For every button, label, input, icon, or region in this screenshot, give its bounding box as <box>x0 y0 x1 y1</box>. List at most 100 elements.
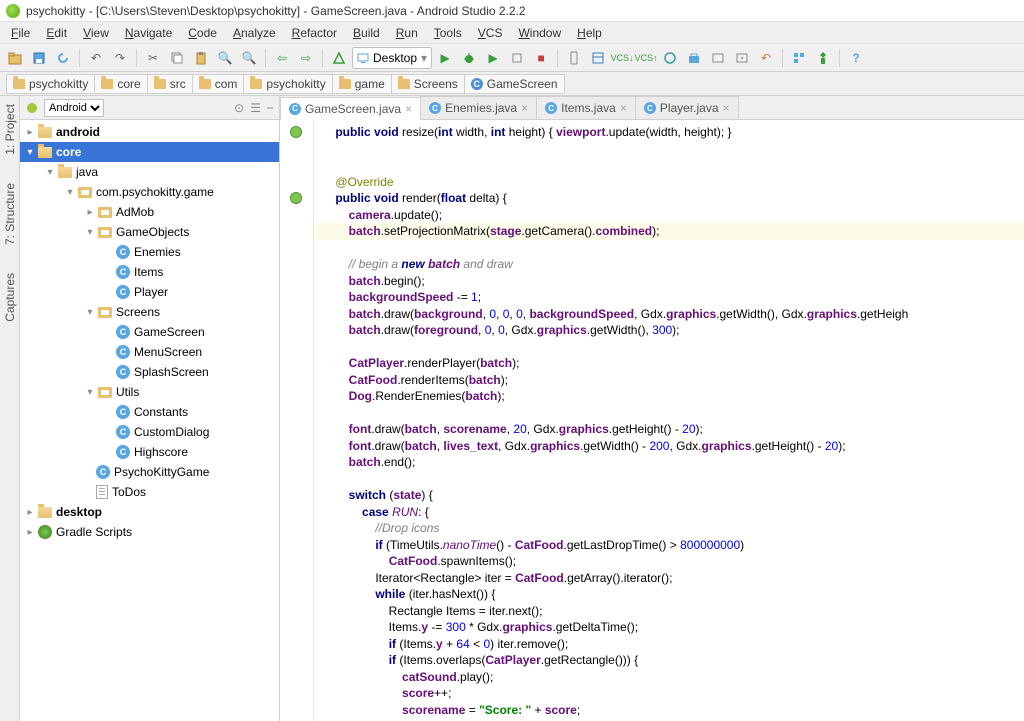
crumb-com[interactable]: com <box>193 74 245 94</box>
sync-icon[interactable] <box>52 47 74 69</box>
crumb-psychokitty[interactable]: psychokitty <box>6 74 95 94</box>
tree-todos[interactable]: ToDos <box>20 482 279 502</box>
menu-vcs[interactable]: VCS <box>471 24 510 42</box>
copy-icon[interactable] <box>166 47 188 69</box>
collapse-icon[interactable]: ⊙ <box>234 101 244 115</box>
close-icon[interactable]: × <box>620 101 627 115</box>
menu-file[interactable]: File <box>4 24 37 42</box>
menu-edit[interactable]: Edit <box>39 24 74 42</box>
tree-gradle[interactable]: ▸Gradle Scripts <box>20 522 279 542</box>
desktop-icon <box>357 52 369 64</box>
save-icon[interactable] <box>28 47 50 69</box>
sdk-icon[interactable] <box>812 47 834 69</box>
back-icon[interactable]: ⇦ <box>271 47 293 69</box>
app-logo-icon <box>6 4 20 18</box>
tree-constants[interactable]: CConstants <box>20 402 279 422</box>
menu-view[interactable]: View <box>76 24 116 42</box>
close-icon[interactable]: × <box>521 101 528 115</box>
crumb-game[interactable]: game <box>333 74 392 94</box>
undo-icon[interactable]: ↶ <box>85 47 107 69</box>
menu-help[interactable]: Help <box>570 24 609 42</box>
menu-code[interactable]: Code <box>181 24 224 42</box>
tab-enemies[interactable]: CEnemies.java× <box>420 96 537 119</box>
override-gutter-icon[interactable] <box>290 192 302 204</box>
cut-icon[interactable]: ✂ <box>142 47 164 69</box>
tab-items[interactable]: CItems.java× <box>536 96 636 119</box>
forward-icon[interactable]: ⇨ <box>295 47 317 69</box>
tab-player[interactable]: CPlayer.java× <box>635 96 739 119</box>
tree-screens[interactable]: ▾Screens <box>20 302 279 322</box>
android-icon <box>26 102 38 114</box>
tree-psychokittygame[interactable]: CPsychoKittyGame <box>20 462 279 482</box>
tool-structure-tab[interactable]: 7: Structure <box>1 179 19 249</box>
run-coverage-icon[interactable]: ▶ <box>482 47 504 69</box>
vcs-update-icon[interactable]: VCS↓ <box>611 47 633 69</box>
crumb-screens[interactable]: Screens <box>392 74 465 94</box>
crumb-gamescreen[interactable]: CGameScreen <box>465 74 565 94</box>
tree-gamescreen[interactable]: CGameScreen <box>20 322 279 342</box>
tree-splashscreen[interactable]: CSplashScreen <box>20 362 279 382</box>
debug-icon[interactable] <box>458 47 480 69</box>
open-icon[interactable] <box>4 47 26 69</box>
tree-customdialog[interactable]: CCustomDialog <box>20 422 279 442</box>
vcs-commit-icon[interactable]: VCS↑ <box>635 47 657 69</box>
tree-enemies[interactable]: CEnemies <box>20 242 279 262</box>
breadcrumb-bar: psychokittycoresrccompsychokittygameScre… <box>0 72 1024 96</box>
replace-icon[interactable]: 🔍 <box>238 47 260 69</box>
run-icon[interactable]: ▶ <box>434 47 456 69</box>
menu-build[interactable]: Build <box>346 24 387 42</box>
sync-gradle-icon[interactable] <box>659 47 681 69</box>
tab-gamescreen[interactable]: CGameScreen.java× <box>280 97 421 120</box>
left-tool-strip: 1: Project 7: Structure Captures <box>0 96 20 721</box>
tree-highscore[interactable]: CHighscore <box>20 442 279 462</box>
redo-icon[interactable]: ↷ <box>109 47 131 69</box>
settings-icon[interactable]: ☰ <box>250 101 261 115</box>
hide-icon[interactable]: ⎯ <box>267 100 273 115</box>
menu-window[interactable]: Window <box>511 24 568 42</box>
project-structure-icon[interactable] <box>788 47 810 69</box>
crumb-core[interactable]: core <box>95 74 147 94</box>
sdk-manager-icon[interactable] <box>683 47 705 69</box>
editor-gutter[interactable] <box>280 120 314 721</box>
paste-icon[interactable] <box>190 47 212 69</box>
tree-admob[interactable]: ▸AdMob <box>20 202 279 222</box>
stop-icon[interactable]: ■ <box>530 47 552 69</box>
tree-player[interactable]: CPlayer <box>20 282 279 302</box>
tree-items[interactable]: CItems <box>20 262 279 282</box>
tree-core[interactable]: ▾core <box>20 142 279 162</box>
crumb-psychokitty[interactable]: psychokitty <box>244 74 332 94</box>
tree-gameobjects[interactable]: ▾GameObjects <box>20 222 279 242</box>
override-gutter-icon[interactable] <box>290 126 302 138</box>
tree-desktop[interactable]: ▸desktop <box>20 502 279 522</box>
window-title: psychokitty - [C:\Users\Steven\Desktop\p… <box>26 4 526 18</box>
tree-java[interactable]: ▾java <box>20 162 279 182</box>
tool-captures-tab[interactable]: Captures <box>1 269 19 326</box>
run-config-combo[interactable]: Desktop ▾ <box>352 47 432 69</box>
revert-icon[interactable]: ↶ <box>755 47 777 69</box>
find-icon[interactable]: 🔍 <box>214 47 236 69</box>
help-icon[interactable]: ? <box>845 47 867 69</box>
layout-icon[interactable] <box>587 47 609 69</box>
menu-navigate[interactable]: Navigate <box>118 24 179 42</box>
menu-refactor[interactable]: Refactor <box>285 24 344 42</box>
tree-menuscreen[interactable]: CMenuScreen <box>20 342 279 362</box>
tree-package[interactable]: ▾com.psychokitty.game <box>20 182 279 202</box>
close-icon[interactable]: × <box>723 101 730 115</box>
code-editor[interactable]: public void resize(int width, int height… <box>314 120 1024 721</box>
close-icon[interactable]: × <box>405 102 412 116</box>
crumb-src[interactable]: src <box>148 74 193 94</box>
project-view-combo[interactable]: Android <box>44 99 104 117</box>
tree-utils[interactable]: ▾Utils <box>20 382 279 402</box>
android-monitor-icon[interactable] <box>707 47 729 69</box>
project-panel: Android ⊙ ☰ ⎯ ▸android ▾core ▾java ▾com.… <box>20 96 280 721</box>
make-icon[interactable] <box>328 47 350 69</box>
tool-project-tab[interactable]: 1: Project <box>1 100 19 159</box>
menu-tools[interactable]: Tools <box>427 24 469 42</box>
project-tree[interactable]: ▸android ▾core ▾java ▾com.psychokitty.ga… <box>20 120 279 721</box>
tree-android[interactable]: ▸android <box>20 122 279 142</box>
menu-analyze[interactable]: Analyze <box>226 24 283 42</box>
attach-icon[interactable] <box>506 47 528 69</box>
menu-run[interactable]: Run <box>389 24 425 42</box>
avd-icon[interactable] <box>563 47 585 69</box>
device-icon[interactable] <box>731 47 753 69</box>
